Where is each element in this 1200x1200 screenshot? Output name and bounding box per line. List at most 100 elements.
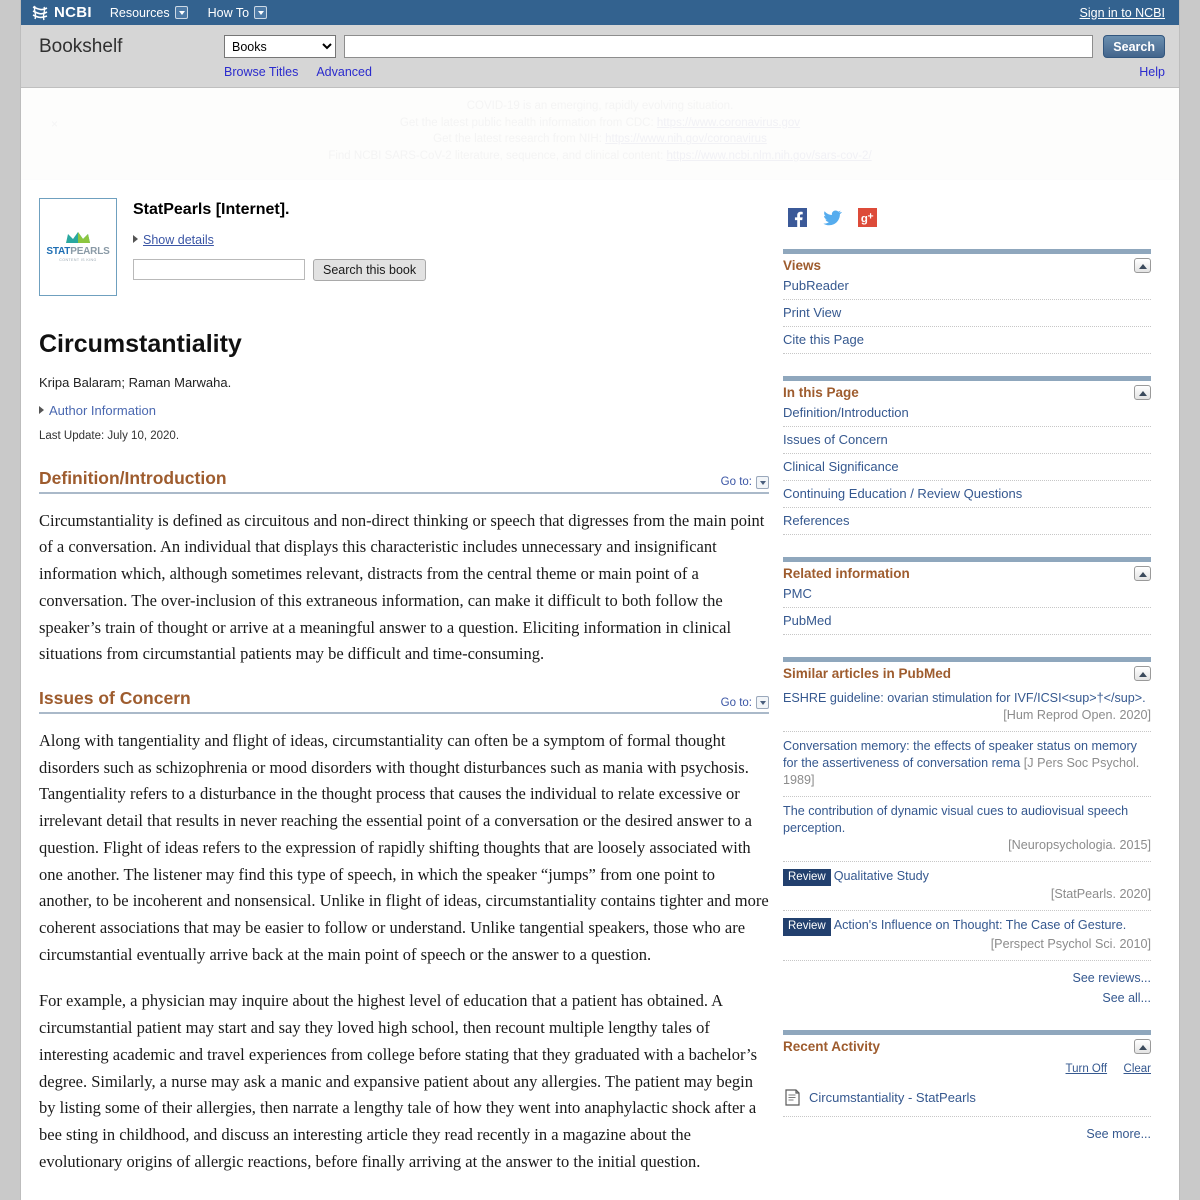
book-search-input[interactable] bbox=[133, 259, 305, 281]
recent-activity-item[interactable]: Circumstantiality - StatPearls bbox=[783, 1085, 1151, 1117]
covid-line-4: Find NCBI SARS-CoV-2 literature, sequenc… bbox=[21, 148, 1179, 165]
main-column: STATPEARLS CONTENT IS KING StatPearls [I… bbox=[39, 197, 769, 1200]
ncbi-logo-text: NCBI bbox=[54, 4, 92, 21]
collapse-toggle-icon[interactable] bbox=[1134, 665, 1151, 681]
author-information-link[interactable]: Author Information bbox=[49, 403, 156, 418]
sidebar-item-pubmed[interactable]: PubMed bbox=[783, 608, 1151, 635]
sidebar-item-references[interactable]: References bbox=[783, 508, 1151, 535]
collapse-toggle-icon[interactable] bbox=[1134, 384, 1151, 400]
book-cover-brand: STATPEARLS bbox=[46, 246, 109, 257]
portlet-divider bbox=[783, 375, 1151, 381]
collapse-toggle-icon[interactable] bbox=[1134, 1038, 1151, 1054]
portlet-in-this-page: In this Page Definition/Introduction Iss… bbox=[783, 375, 1151, 535]
similar-article-item[interactable]: ESHRE guideline: ovarian stimulation for… bbox=[783, 684, 1151, 732]
show-details-row: Show details bbox=[133, 231, 426, 259]
portlet-title: Similar articles in PubMed bbox=[783, 665, 952, 681]
search-this-book-button[interactable]: Search this book bbox=[313, 258, 427, 281]
review-badge: Review bbox=[783, 918, 831, 936]
search-button[interactable]: Search bbox=[1103, 35, 1165, 58]
section-header-issues: Issues of Concern Go to: bbox=[39, 688, 769, 714]
sidebar-item-clinical-significance[interactable]: Clinical Significance bbox=[783, 454, 1151, 481]
chevron-down-icon bbox=[756, 696, 769, 709]
sidebar-item-print-view[interactable]: Print View bbox=[783, 300, 1151, 327]
similar-article-title: Action's Influence on Thought: The Case … bbox=[833, 918, 1127, 933]
article-authors: Kripa Balaram; Raman Marwaha. bbox=[39, 374, 232, 390]
browse-titles-link[interactable]: Browse Titles bbox=[224, 65, 298, 79]
portlet-divider bbox=[783, 556, 1151, 562]
collapse-toggle-icon[interactable] bbox=[1134, 565, 1151, 581]
crown-icon bbox=[66, 232, 90, 244]
brand-bold: STAT bbox=[46, 246, 71, 258]
portlet-title: Related information bbox=[783, 565, 910, 581]
recent-activity-actions: Turn Off Clear bbox=[783, 1057, 1151, 1085]
chevron-down-icon bbox=[174, 6, 188, 19]
portlet-recent-activity: Recent Activity Turn Off Clear Circumsta… bbox=[783, 1029, 1151, 1144]
portlet-title: In this Page bbox=[783, 384, 859, 400]
go-to-dropdown[interactable]: Go to: bbox=[720, 475, 769, 489]
menu-resources[interactable]: Resources bbox=[110, 6, 188, 20]
svg-text:+: + bbox=[868, 211, 874, 222]
turn-off-link[interactable]: Turn Off bbox=[1066, 1063, 1108, 1075]
portlet-header: Related information bbox=[783, 565, 1151, 581]
sidebar-item-pubreader[interactable]: PubReader bbox=[783, 276, 1151, 300]
covid-ncbi-link[interactable]: https://www.ncbi.nlm.nih.gov/sars-cov-2/ bbox=[666, 150, 871, 162]
clear-link[interactable]: Clear bbox=[1124, 1063, 1151, 1075]
social-share-row: g + bbox=[783, 207, 1151, 227]
sidebar: g + Views PubReader Print View Cite this… bbox=[783, 198, 1151, 1200]
show-details-link[interactable]: Show details bbox=[143, 233, 214, 247]
collapse-toggle-icon[interactable] bbox=[1134, 257, 1151, 273]
portlet-divider bbox=[783, 656, 1151, 662]
see-more-link[interactable]: See more... bbox=[783, 1124, 1151, 1144]
brand-light: PEARLS bbox=[70, 246, 110, 258]
sidebar-item-pmc[interactable]: PMC bbox=[783, 584, 1151, 608]
close-icon[interactable]: × bbox=[51, 116, 58, 133]
go-to-label: Go to: bbox=[720, 476, 752, 489]
portlet-divider bbox=[783, 1029, 1151, 1035]
sign-in-link[interactable]: Sign in to NCBI bbox=[1080, 6, 1165, 20]
see-all-link[interactable]: See all... bbox=[783, 988, 1151, 1008]
paragraph: For example, a physician may inquire abo… bbox=[39, 991, 758, 1171]
similar-article-title: Qualitative Study bbox=[833, 868, 929, 883]
paragraph: Circumstantiality is defined as circuito… bbox=[39, 510, 765, 664]
sidebar-item-issues-of-concern[interactable]: Issues of Concern bbox=[783, 427, 1151, 454]
chevron-down-icon bbox=[254, 6, 268, 19]
see-reviews-link[interactable]: See reviews... bbox=[783, 968, 1151, 988]
book-cover-tagline: CONTENT IS KING bbox=[59, 258, 97, 263]
covid-line-3-text: Get the latest research from NIH: bbox=[433, 133, 602, 146]
app-title: Bookshelf bbox=[39, 35, 123, 57]
similar-article-item[interactable]: Review Qualitative Study [StatPearls. 202… bbox=[783, 862, 1151, 912]
covid-line-1: COVID-19 is an emerging, rapidly evolvin… bbox=[466, 100, 734, 112]
googleplus-icon[interactable]: g + bbox=[858, 207, 877, 227]
portlet-divider bbox=[783, 248, 1151, 254]
advanced-link[interactable]: Advanced bbox=[316, 65, 372, 79]
sidebar-item-cite-this-page[interactable]: Cite this Page bbox=[783, 327, 1151, 354]
database-select[interactable]: Books bbox=[224, 35, 336, 58]
search-input[interactable] bbox=[344, 35, 1094, 58]
similar-articles-footer: See reviews... See all... bbox=[783, 961, 1151, 1008]
covid-nih-link[interactable]: https://www.nih.gov/coronavirus bbox=[605, 133, 767, 145]
sidebar-item-definition-introduction[interactable]: Definition/Introduction bbox=[783, 403, 1151, 427]
section-title: Issues of Concern bbox=[39, 688, 191, 708]
help-link[interactable]: Help bbox=[1139, 65, 1165, 79]
book-cover-thumbnail[interactable]: STATPEARLS CONTENT IS KING bbox=[39, 197, 117, 296]
similar-article-item[interactable]: Review Action's Influence on Thought: The… bbox=[783, 911, 1151, 961]
book-title: StatPearls [Internet]. bbox=[133, 200, 290, 218]
review-badge: Review bbox=[783, 868, 831, 887]
similar-article-source: [Hum Reprod Open. 2020] bbox=[1003, 707, 1151, 722]
content-wrapper: STATPEARLS CONTENT IS KING StatPearls [I… bbox=[21, 180, 1179, 1200]
page-title: Circumstantiality bbox=[39, 329, 242, 358]
chevron-down-icon bbox=[756, 475, 769, 489]
similar-article-item[interactable]: Conversation memory: the effects of spea… bbox=[783, 732, 1151, 797]
ncbi-logo[interactable]: NCBI bbox=[31, 4, 92, 21]
facebook-icon[interactable] bbox=[788, 207, 807, 227]
twitter-icon[interactable] bbox=[823, 208, 842, 227]
sidebar-item-continuing-education[interactable]: Continuing Education / Review Questions bbox=[783, 481, 1151, 508]
page-frame: NCBI Resources How To Sign in to NCBI Bo… bbox=[20, 0, 1180, 1200]
covid-cdc-link[interactable]: https://www.coronavirus.gov bbox=[657, 117, 800, 129]
recent-activity-label: Circumstantiality - StatPearls bbox=[809, 1089, 976, 1105]
menu-how-to[interactable]: How To bbox=[208, 6, 268, 20]
go-to-dropdown[interactable]: Go to: bbox=[721, 696, 769, 709]
similar-article-item[interactable]: The contribution of dynamic visual cues … bbox=[783, 797, 1151, 862]
covid-line-2-text: Get the latest public health information… bbox=[399, 116, 654, 129]
similar-article-title: The contribution of dynamic visual cues … bbox=[783, 803, 1129, 835]
